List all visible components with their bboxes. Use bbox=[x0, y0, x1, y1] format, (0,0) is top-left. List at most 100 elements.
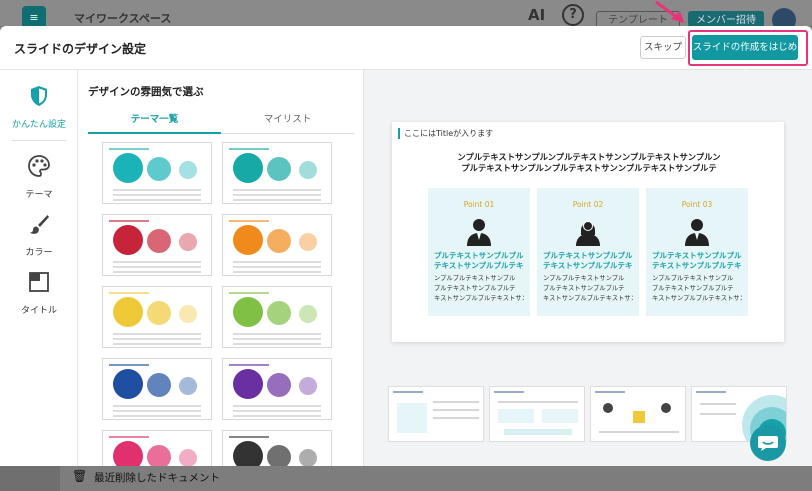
rail-item-theme[interactable]: テーマ bbox=[0, 154, 78, 201]
male-person-icon bbox=[685, 219, 709, 246]
slide-title: ここにはTitleが入ります bbox=[398, 128, 493, 139]
chat-icon bbox=[758, 436, 778, 451]
thumb-text-line bbox=[113, 343, 201, 345]
theme-thumbnail[interactable] bbox=[102, 286, 212, 348]
point-body: ンプルプルテキストサンプル プルテキストサンプルプルテ キストサンプルプルテキス… bbox=[543, 274, 633, 304]
theme-thumbnail[interactable] bbox=[102, 214, 212, 276]
thumb-title-line bbox=[109, 220, 149, 222]
thumb-circle bbox=[233, 441, 263, 466]
thumb-text-line bbox=[233, 194, 321, 196]
thumb-text-line bbox=[113, 338, 201, 340]
point-body-line: ンプルプルテキストサンプル bbox=[434, 275, 516, 282]
thumb-circle bbox=[113, 369, 143, 399]
tab-my-list[interactable]: マイリスト bbox=[221, 108, 354, 134]
point-body-line: プルテキストサンプルプルテ bbox=[434, 285, 516, 292]
thumb-text-line bbox=[233, 189, 321, 191]
slide-thumbnail[interactable] bbox=[489, 386, 585, 442]
point-body-line: キストサンプルプルテキストサン bbox=[434, 295, 524, 302]
thumb-text-line bbox=[113, 410, 201, 412]
thumb-handshake bbox=[633, 411, 645, 423]
thumb-text-line bbox=[113, 415, 201, 417]
thumb-title-line bbox=[494, 391, 524, 393]
slide-design-modal: スライドのデザイン設定 スキップ スライドの作成をはじめる かんたん設定 テーマ bbox=[0, 26, 812, 466]
thumb-title-line bbox=[109, 364, 149, 366]
rail-item-easy-setup[interactable]: かんたん設定 bbox=[0, 84, 78, 131]
point-heading: プルテキストサンプルプル テキストサンプルプルテキ bbox=[543, 251, 633, 271]
point-label: Point 01 bbox=[463, 200, 495, 209]
pointer-arrow-icon bbox=[655, 0, 684, 23]
thumb-text-line bbox=[433, 409, 479, 411]
thumb-text-line bbox=[113, 333, 201, 335]
thumb-text-line bbox=[233, 415, 321, 417]
thumb-circle bbox=[179, 161, 197, 179]
thumb-circle bbox=[233, 153, 263, 183]
thumb-text-line bbox=[233, 343, 321, 345]
theme-thumbnail[interactable] bbox=[222, 142, 332, 204]
thumb-text-line bbox=[113, 199, 201, 201]
thumb-circle bbox=[267, 301, 291, 325]
theme-thumbnail[interactable] bbox=[102, 358, 212, 420]
point-heading: プルテキストサンプルプル テキストサンプルプルテキ bbox=[652, 251, 742, 271]
slide-thumbnail[interactable] bbox=[590, 386, 686, 442]
thumb-text-line bbox=[233, 410, 321, 412]
thumb-circle bbox=[267, 157, 291, 181]
rail-label: かんたん設定 bbox=[11, 120, 66, 130]
thumb-block bbox=[504, 429, 572, 435]
thumb-text-line bbox=[233, 199, 321, 201]
thumb-circle bbox=[113, 153, 143, 183]
trash-icon: 🗑 bbox=[72, 469, 88, 483]
slide-preview: ここにはTitleが入ります ンプルテキストサンプルンプルテキストサンンプルテキ… bbox=[392, 122, 784, 342]
theme-thumbnail[interactable] bbox=[222, 286, 332, 348]
rail-label: タイトル bbox=[20, 306, 57, 316]
point-heading: プルテキストサンプルプル テキストサンプルプルテキ bbox=[434, 251, 524, 271]
thumb-block bbox=[498, 409, 534, 423]
thumb-circle bbox=[147, 373, 171, 397]
thumb-text-line bbox=[433, 401, 479, 403]
thumb-title-line bbox=[109, 148, 149, 150]
theme-thumbnail[interactable] bbox=[222, 430, 332, 466]
tab-theme-list[interactable]: テーマ一覧 bbox=[88, 108, 221, 134]
thumb-circle bbox=[233, 225, 263, 255]
thumb-circle bbox=[299, 233, 317, 251]
thumb-title-line bbox=[229, 364, 269, 366]
female-person-icon bbox=[576, 221, 600, 246]
title-layout-icon bbox=[29, 272, 49, 292]
thumb-person bbox=[661, 403, 671, 413]
thumb-circle bbox=[179, 305, 197, 323]
thumb-text-line bbox=[233, 261, 321, 263]
slide-lead-line: ンプルテキストサンプルンプルテキストサンンプルテキストサンプルン bbox=[457, 152, 721, 162]
point-label: Point 03 bbox=[681, 200, 713, 209]
theme-thumbnail[interactable] bbox=[102, 142, 212, 204]
theme-thumbnail-grid bbox=[102, 142, 338, 466]
theme-thumbnail[interactable] bbox=[222, 214, 332, 276]
app-sidebar-dimmed bbox=[0, 466, 60, 491]
point-body: ンプルプルテキストサンプル プルテキストサンプルプルテ キストサンプルプルテキス… bbox=[434, 274, 524, 304]
slide-thumbnail[interactable] bbox=[388, 386, 484, 442]
thumb-text-line bbox=[498, 401, 578, 403]
panel-tabs: テーマ一覧 マイリスト bbox=[88, 108, 354, 134]
theme-thumbnail[interactable] bbox=[102, 430, 212, 466]
start-creating-slides-button[interactable]: スライドの作成をはじめる bbox=[692, 35, 798, 78]
thumb-title-line bbox=[595, 391, 625, 393]
thumb-circle bbox=[113, 297, 143, 327]
thumb-text-line bbox=[113, 194, 201, 196]
rail-item-color[interactable]: カラー bbox=[0, 212, 78, 259]
thumb-circle bbox=[113, 441, 143, 466]
theme-panel: デザインの雰囲気で選ぶ テーマ一覧 マイリスト bbox=[78, 70, 364, 466]
panel-heading: デザインの雰囲気で選ぶ bbox=[88, 86, 204, 98]
skip-button[interactable]: スキップ bbox=[640, 36, 686, 59]
theme-thumbnail[interactable] bbox=[222, 358, 332, 420]
thumb-text-line bbox=[700, 403, 736, 405]
point-body-line: キストサンプルプルテキストサン bbox=[652, 295, 742, 302]
thumb-circle bbox=[147, 229, 171, 253]
thumb-title-line bbox=[696, 391, 726, 393]
thumb-circle bbox=[299, 377, 317, 395]
thumb-circle bbox=[147, 157, 171, 181]
thumb-circle bbox=[233, 369, 263, 399]
point-label: Point 02 bbox=[572, 200, 604, 209]
recently-deleted-link: 最近削除したドキュメント bbox=[94, 472, 220, 484]
thumb-text-line bbox=[113, 261, 201, 263]
rail-item-title[interactable]: タイトル bbox=[0, 270, 78, 317]
chat-support-button[interactable] bbox=[750, 425, 786, 461]
thumb-text-line bbox=[113, 189, 201, 191]
